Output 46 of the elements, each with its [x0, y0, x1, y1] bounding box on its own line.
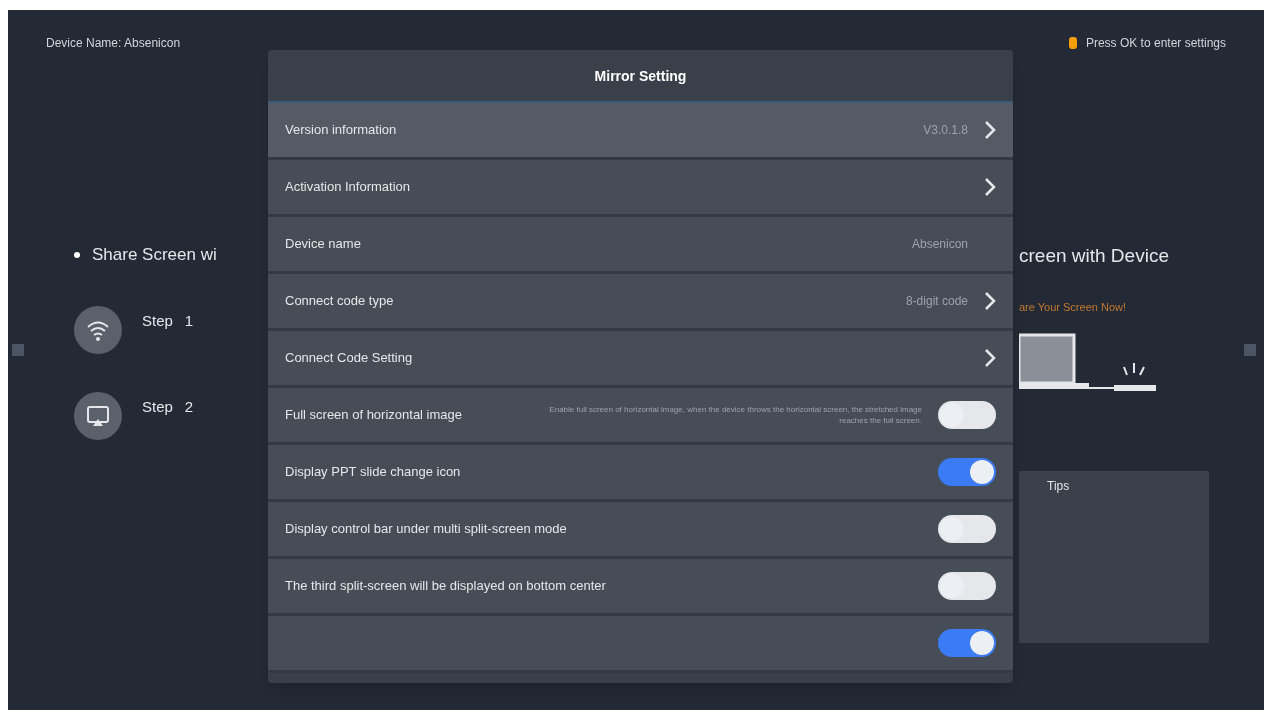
- toggle-switch[interactable]: [938, 401, 996, 429]
- toggle-switch[interactable]: [938, 515, 996, 543]
- device-name: Device Name: Absenicon: [46, 35, 181, 52]
- settings-row[interactable]: Display control bar under multi split-screen mode: [268, 502, 1013, 559]
- toggle-switch[interactable]: [938, 629, 996, 657]
- chevron-right-icon: [984, 291, 996, 311]
- setting-description: Enable full screen of horizontal image, when the device throws the horizontal screen, the stretched image reaches the full screen.: [548, 404, 922, 426]
- setting-value: Absenicon: [911, 236, 968, 253]
- share-link[interactable]: are Your Screen Now!: [1019, 298, 1244, 315]
- step-number: 1: [184, 310, 194, 331]
- setting-label: Device name: [285, 235, 361, 254]
- setting-label: The third split-screen will be displayed on bottom center: [285, 577, 606, 596]
- step-label: Step: [142, 310, 173, 331]
- setting-value: 8-digit code: [905, 293, 968, 310]
- remote-button-icon: [1067, 36, 1078, 50]
- setting-label: Version information: [285, 121, 397, 140]
- setting-label: Full screen of horizontal image: [285, 406, 463, 425]
- section-heading: Share Screen wi: [92, 244, 217, 266]
- step-label: Step: [142, 396, 173, 417]
- setting-label: Connect Code Setting: [285, 349, 413, 368]
- screen-cast-icon: [74, 391, 122, 440]
- tips-title: Tips: [1047, 479, 1070, 493]
- settings-row[interactable]: Full screen of horizontal image Enable full screen of horizontal image, when the device throws the horizontal screen, the stretched image reaches the full screen.: [268, 388, 1013, 445]
- settings-row[interactable]: Version information V3.0.1.8: [268, 103, 1013, 160]
- settings-row[interactable]: Activation Information: [268, 160, 1013, 217]
- dialog-title: Mirror Setting: [594, 67, 687, 86]
- settings-row[interactable]: Device name Absenicon: [268, 217, 1013, 274]
- chevron-right-icon: [984, 348, 996, 368]
- settings-row[interactable]: Connect code type 8-digit code: [268, 274, 1013, 331]
- toggle-switch[interactable]: [938, 458, 996, 486]
- wifi-icon: [74, 305, 122, 354]
- settings-row[interactable]: The third split-screen will be displayed on bottom center: [268, 559, 1013, 616]
- settings-row[interactable]: [268, 616, 1013, 673]
- step-number: 2: [184, 396, 194, 417]
- section-heading: creen with Device: [1019, 244, 1170, 268]
- settings-hint: Press OK to enter settings: [1085, 35, 1226, 52]
- setting-value: V3.0.1.8: [923, 122, 968, 139]
- settings-row[interactable]: Connect Code Setting: [268, 331, 1013, 388]
- setting-label: Activation Information: [285, 178, 410, 197]
- setting-label: Display PPT slide change icon: [285, 463, 461, 482]
- toggle-switch[interactable]: [938, 572, 996, 600]
- chevron-right-icon: [984, 120, 996, 140]
- chevron-right-icon: [984, 177, 996, 197]
- settings-row[interactable]: Display PPT slide change icon: [268, 445, 1013, 502]
- setting-label: Connect code type: [285, 292, 394, 311]
- setting-label: Display control bar under multi split-screen mode: [285, 520, 567, 539]
